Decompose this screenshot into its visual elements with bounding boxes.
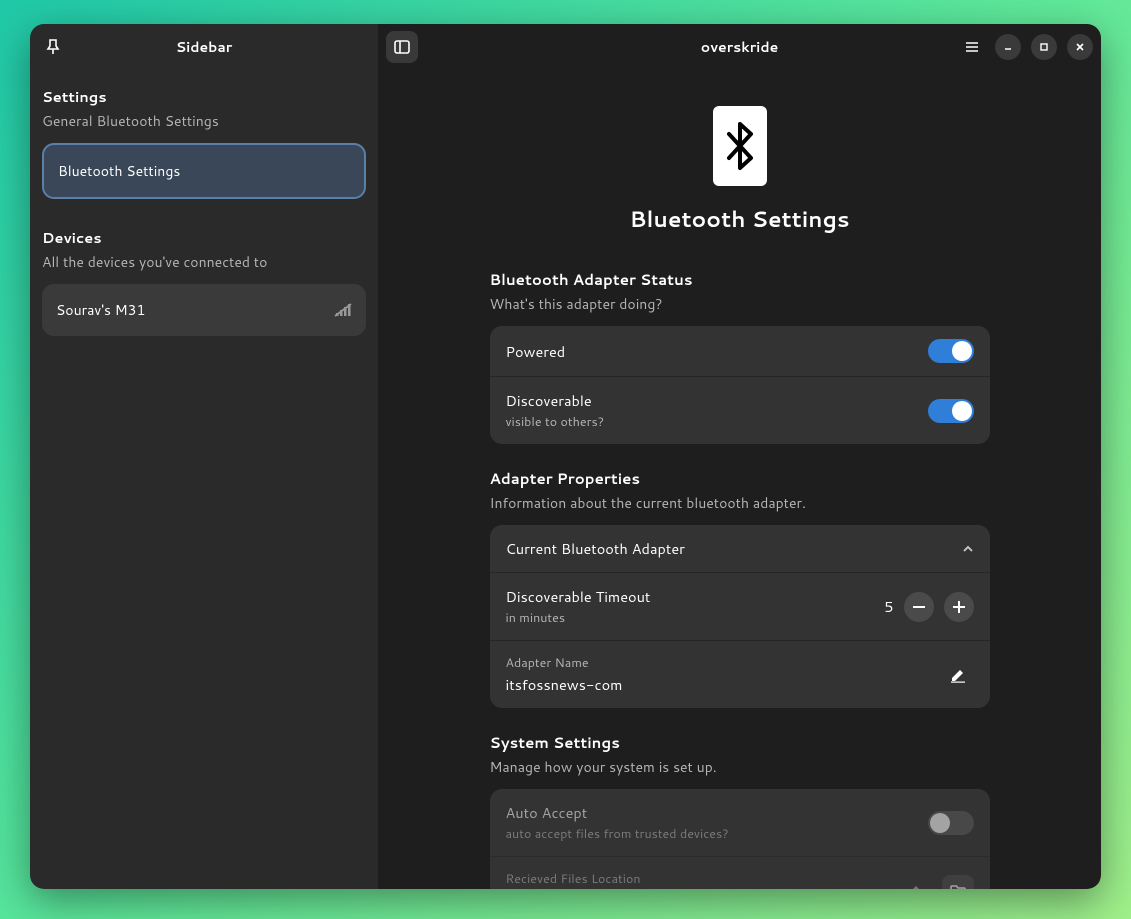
adapter-status-subtitle: What's this adapter doing? <box>490 294 990 314</box>
auto-accept-toggle[interactable] <box>928 811 974 835</box>
minimize-button[interactable] <box>995 34 1021 60</box>
sidebar-title: Sidebar <box>30 37 378 57</box>
timeout-sublabel: in minutes <box>506 609 873 627</box>
sidebar-body: Settings General Bluetooth Settings Blue… <box>30 70 378 346</box>
adapter-props-subtitle: Information about the current bluetooth … <box>490 493 990 513</box>
timeout-decrement-button[interactable] <box>904 592 934 622</box>
auto-accept-row: Auto Accept auto accept files from trust… <box>490 789 990 857</box>
chevron-up-icon <box>962 545 974 553</box>
adapter-status-card: Powered Discoverable visible to others? <box>490 326 990 444</box>
adapter-name-label: Adapter Name <box>506 654 930 672</box>
adapter-status-title: Bluetooth Adapter Status <box>490 269 990 290</box>
discoverable-label: Discoverable <box>506 390 916 411</box>
sidebar-item-label: Bluetooth Settings <box>58 161 180 181</box>
timeout-stepper: 5 <box>884 592 973 622</box>
devices-section-subtitle: All the devices you've connected to <box>42 252 366 272</box>
close-button[interactable] <box>1067 34 1093 60</box>
edit-location-button[interactable] <box>898 875 930 890</box>
toggle-sidebar-button[interactable] <box>386 31 418 63</box>
edit-adapter-name-button[interactable] <box>942 659 974 691</box>
app-window: Sidebar Settings General Bluetooth Setti… <box>30 24 1101 889</box>
discoverable-sublabel: visible to others? <box>506 413 916 431</box>
page-title: Bluetooth Settings <box>378 204 1101 235</box>
device-item[interactable]: Sourav's M31 <box>42 284 366 336</box>
adapter-props-title: Adapter Properties <box>490 468 990 489</box>
settings-section-subtitle: General Bluetooth Settings <box>42 111 366 131</box>
files-location-label: Recieved Files Location <box>506 870 886 888</box>
sidebar: Sidebar Settings General Bluetooth Setti… <box>30 24 378 889</box>
adapter-name-value: itsfossnews-com <box>506 674 930 695</box>
main-content: Bluetooth Settings Bluetooth Adapter Sta… <box>378 70 1101 889</box>
discoverable-row: Discoverable visible to others? <box>490 377 990 444</box>
main-panel: overskride <box>378 24 1101 889</box>
powered-toggle[interactable] <box>928 339 974 363</box>
pin-icon[interactable] <box>42 36 64 58</box>
menu-button[interactable] <box>959 34 985 60</box>
maximize-button[interactable] <box>1031 34 1057 60</box>
settings-section-title: Settings <box>42 86 366 107</box>
current-adapter-label: Current Bluetooth Adapter <box>506 538 950 559</box>
sidebar-item-bluetooth-settings[interactable]: Bluetooth Settings <box>42 143 366 199</box>
adapter-name-row: Adapter Name itsfossnews-com <box>490 641 990 708</box>
system-subtitle: Manage how your system is set up. <box>490 757 990 777</box>
browse-location-button[interactable] <box>942 875 974 890</box>
files-location-row: Recieved Files Location /home/kaii/Downl… <box>490 857 990 889</box>
system-title: System Settings <box>490 732 990 753</box>
adapter-props-card: Current Bluetooth Adapter Discoverable T… <box>490 525 990 708</box>
powered-row: Powered <box>490 326 990 377</box>
timeout-value: 5 <box>884 596 893 617</box>
timeout-label: Discoverable Timeout <box>506 586 873 607</box>
timeout-increment-button[interactable] <box>944 592 974 622</box>
signal-off-icon <box>334 302 352 318</box>
hero: Bluetooth Settings <box>378 70 1101 245</box>
main-header: overskride <box>378 24 1101 70</box>
bluetooth-icon <box>713 106 767 186</box>
sidebar-header: Sidebar <box>30 24 378 70</box>
system-card: Auto Accept auto accept files from trust… <box>490 789 990 889</box>
powered-label: Powered <box>506 341 916 362</box>
timeout-row: Discoverable Timeout in minutes 5 <box>490 573 990 641</box>
current-adapter-row[interactable]: Current Bluetooth Adapter <box>490 525 990 573</box>
devices-section-title: Devices <box>42 227 366 248</box>
auto-accept-sublabel: auto accept files from trusted devices? <box>506 825 916 843</box>
discoverable-toggle[interactable] <box>928 399 974 423</box>
device-name: Sourav's M31 <box>56 300 145 320</box>
auto-accept-label: Auto Accept <box>506 802 916 823</box>
